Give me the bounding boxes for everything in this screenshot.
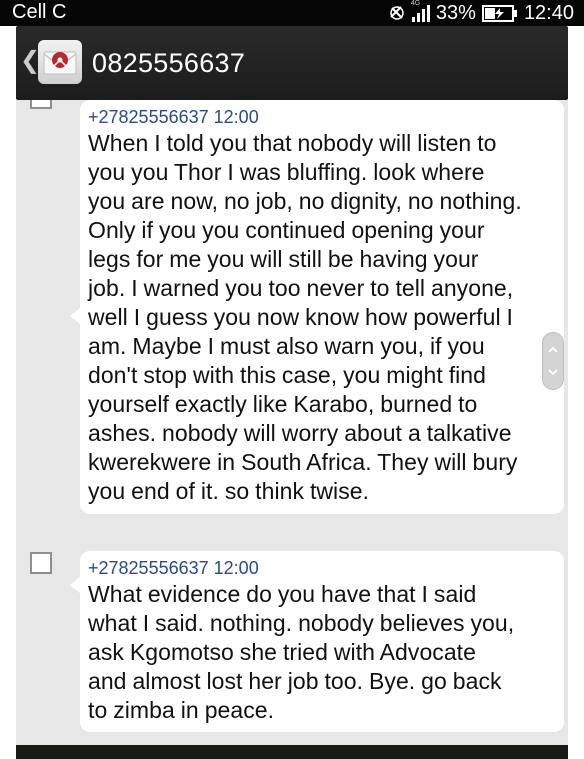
message-line: am. Maybe I must also warn you, if you [88, 333, 485, 359]
message-line: Only if you you continued opening your [88, 217, 485, 243]
message-sender: +27825556637 [88, 558, 209, 578]
contact-number: 0825556637 [92, 48, 246, 78]
message-line: you you Thor I was bluffing. look where [88, 159, 485, 185]
message-bubble[interactable]: +27825556637 12:00 When I told you that … [70, 100, 564, 514]
message-line: ashes. nobody will worry about a talkati… [88, 420, 512, 446]
message-list[interactable]: +27825556637 12:00 When I told you that … [16, 100, 568, 745]
signal-icon: 4G [411, 0, 430, 22]
message-meta: +27825556637 12:00 [88, 106, 556, 128]
message-line: to zimba in peace. [88, 697, 275, 723]
clock: 12:40 [523, 1, 574, 24]
conversation-header: ❮ 0825556637 [16, 26, 568, 100]
message-line: you are now, no job, no dignity, no noth… [88, 188, 522, 214]
message-line: kwerekwere in South Africa. They will bu… [88, 449, 518, 475]
network-type-label: 4G [410, 0, 421, 7]
message-line: What evidence do you have that I said [88, 581, 477, 607]
message-checkbox[interactable] [30, 100, 52, 109]
message-checkbox[interactable] [30, 552, 52, 574]
scroll-handle[interactable] [542, 332, 564, 390]
message-bubble[interactable]: +27825556637 12:00 What evidence do you … [70, 551, 564, 732]
status-icons: 4G 33% 12:40 [388, 0, 574, 25]
app-header: ❮ 0825556637 [0, 26, 584, 100]
message-line: When I told you that nobody will listen … [88, 130, 497, 156]
status-bar: Cell C 4G 33% 12:40 [0, 0, 584, 26]
contact-avatar-icon[interactable] [38, 40, 82, 84]
chevron-down-icon [548, 369, 558, 376]
bottom-bar [16, 745, 568, 759]
carrier-label: Cell C [12, 1, 67, 23]
message-meta: +27825556637 12:00 [88, 557, 556, 579]
message-time: 12:00 [213, 107, 259, 127]
message-body: When I told you that nobody will listen … [88, 129, 556, 506]
message-body: What evidence do you have that I said wh… [88, 580, 556, 725]
battery-percent: 33% [435, 1, 476, 24]
message-line: yourself exactly like Karabo, burned to [88, 391, 478, 417]
message-line: ask Kgomotso she tried with Advocate [88, 639, 476, 665]
message-line: and almost lost her job too. Bye. go bac… [88, 668, 502, 694]
chevron-up-icon [548, 346, 558, 353]
message-line: well I guess you now know how powerful I [88, 304, 513, 330]
message-sender: +27825556637 [88, 107, 209, 127]
message-line: don't stop with this case, you might fin… [88, 362, 486, 388]
message-line: what I said. nothing. nobody believes yo… [88, 610, 515, 636]
sync-icon [390, 6, 404, 20]
battery-charging-icon [481, 4, 517, 22]
message-line: job. I warned you too never to tell anyo… [88, 275, 514, 301]
message-time: 12:00 [213, 558, 259, 578]
message-line: you end of it. so think twise. [88, 478, 370, 504]
message-line: legs for me you will still be having you… [88, 246, 479, 272]
